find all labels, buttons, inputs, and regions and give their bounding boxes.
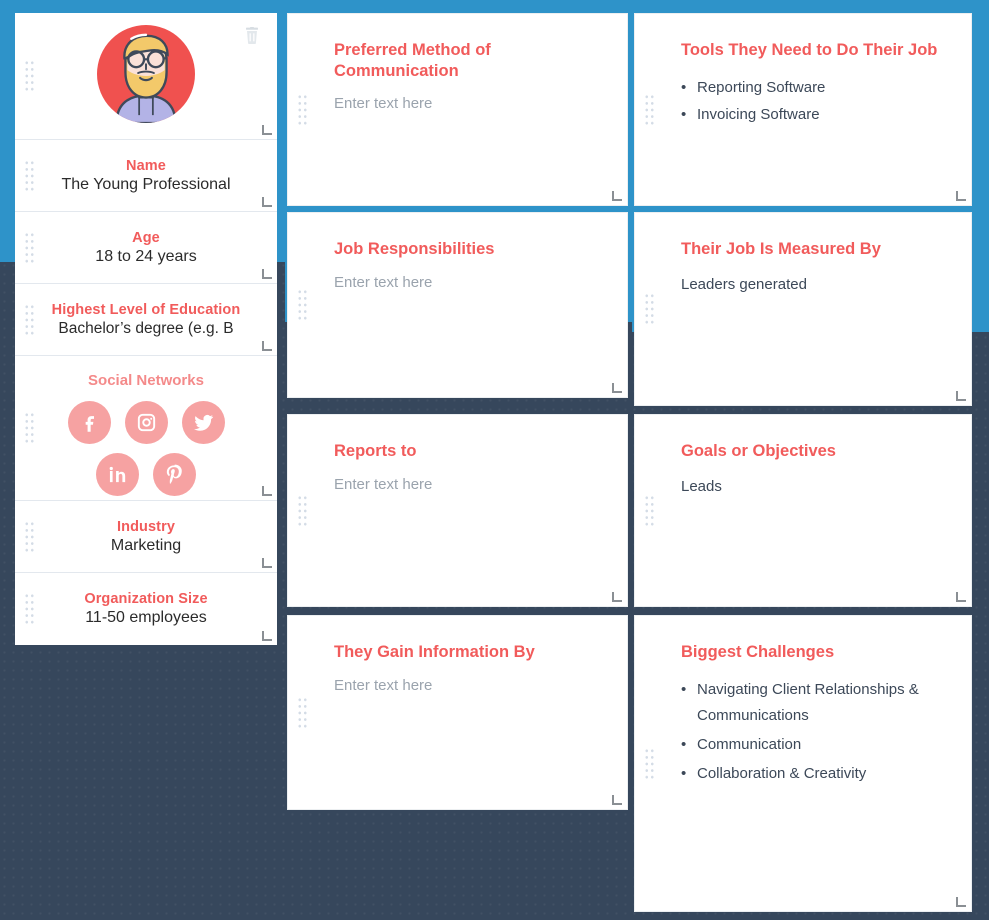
resize-handle[interactable] — [262, 486, 272, 496]
field-label: Organization Size — [84, 591, 208, 607]
drag-handle-icon[interactable] — [297, 494, 308, 527]
card-placeholder[interactable]: Enter text here — [334, 95, 603, 112]
field-value[interactable]: The Young Professional — [29, 176, 263, 194]
card-placeholder[interactable]: Enter text here — [334, 677, 603, 694]
card-title: Preferred Method of Communication — [334, 41, 491, 80]
card-text[interactable]: Leaders generated — [681, 274, 947, 296]
card-title: Job Responsibilities — [334, 240, 495, 258]
resize-handle[interactable] — [262, 269, 272, 279]
card-title: They Gain Information By — [334, 643, 535, 661]
list-item[interactable]: Reporting Software — [681, 75, 947, 101]
facebook-icon[interactable] — [67, 401, 111, 444]
list-item[interactable]: Communication — [681, 732, 953, 758]
social-networks-label: Social Networks — [88, 372, 204, 389]
avatar-card[interactable] — [15, 13, 277, 140]
avatar-circle — [97, 25, 195, 123]
persona-sidebar: Name The Young Professional Age 18 to 24… — [15, 13, 277, 645]
card-text[interactable]: Leads — [681, 476, 947, 498]
drag-handle-icon[interactable] — [297, 696, 308, 729]
drag-handle-icon[interactable] — [24, 520, 35, 553]
card-placeholder[interactable]: Enter text here — [334, 274, 603, 291]
resize-handle[interactable] — [262, 341, 272, 351]
resize-handle[interactable] — [956, 592, 966, 602]
card-bullet-list: Reporting Software Invoicing Software — [681, 75, 947, 128]
field-value[interactable]: 11-50 employees — [29, 609, 263, 627]
persona-board-canvas: Name The Young Professional Age 18 to 24… — [0, 0, 989, 920]
field-label: Name — [126, 158, 166, 174]
pinterest-icon[interactable] — [153, 453, 196, 496]
card-their-job-is-measured-by[interactable]: Their Job Is Measured By Leaders generat… — [634, 212, 972, 406]
card-preferred-method-of-communication[interactable]: Preferred Method of Communication Enter … — [287, 13, 628, 206]
list-item[interactable]: Invoicing Software — [681, 102, 947, 128]
drag-handle-icon[interactable] — [644, 747, 655, 780]
field-label: Highest Level of Education — [51, 302, 241, 318]
bearded-man-with-glasses-avatar — [115, 33, 177, 123]
card-title: Reports to — [334, 442, 417, 460]
field-card-age[interactable]: Age 18 to 24 years — [15, 212, 277, 284]
field-value[interactable]: Bachelor’s degree (e.g. B — [29, 320, 263, 338]
drag-handle-icon[interactable] — [24, 159, 35, 192]
field-label: Age — [132, 230, 160, 246]
resize-handle[interactable] — [956, 391, 966, 401]
field-card-name[interactable]: Name The Young Professional — [15, 140, 277, 212]
card-goals-or-objectives[interactable]: Goals or Objectives Leads — [634, 414, 972, 607]
field-card-education[interactable]: Highest Level of Education Bachelor’s de… — [15, 284, 277, 356]
card-they-gain-information-by[interactable]: They Gain Information By Enter text here — [287, 615, 628, 810]
card-title: Goals or Objectives — [681, 442, 836, 460]
drag-handle-icon[interactable] — [24, 592, 35, 626]
resize-handle[interactable] — [262, 197, 272, 207]
twitter-icon[interactable] — [181, 401, 225, 444]
resize-handle[interactable] — [262, 125, 272, 135]
resize-handle[interactable] — [262, 558, 272, 568]
field-card-industry[interactable]: Industry Marketing — [15, 501, 277, 573]
social-networks-card[interactable]: Social Networks — [15, 356, 277, 501]
card-job-responsibilities[interactable]: Job Responsibilities Enter text here — [287, 212, 628, 398]
card-title: Their Job Is Measured By — [681, 240, 881, 258]
card-title: Tools They Need to Do Their Job — [681, 41, 938, 59]
field-card-organization-size[interactable]: Organization Size 11-50 employees — [15, 573, 277, 645]
avatar[interactable] — [15, 25, 277, 123]
drag-handle-icon[interactable] — [24, 303, 35, 336]
card-reports-to[interactable]: Reports to Enter text here — [287, 414, 628, 607]
drag-handle-icon[interactable] — [24, 411, 35, 445]
drag-handle-icon[interactable] — [24, 231, 35, 264]
drag-handle-icon[interactable] — [297, 93, 308, 126]
resize-handle[interactable] — [612, 383, 622, 393]
drag-handle-icon[interactable] — [297, 288, 308, 322]
card-bullet-list: Navigating Client Relationships & Commun… — [681, 677, 953, 787]
resize-handle[interactable] — [612, 191, 622, 201]
card-tools-they-need[interactable]: Tools They Need to Do Their Job Reportin… — [634, 13, 972, 206]
drag-handle-icon[interactable] — [644, 292, 655, 326]
list-item[interactable]: Collaboration & Creativity — [681, 761, 953, 787]
resize-handle[interactable] — [956, 191, 966, 201]
resize-handle[interactable] — [612, 592, 622, 602]
drag-handle-icon[interactable] — [644, 93, 655, 126]
field-label: Industry — [117, 519, 175, 535]
resize-handle[interactable] — [262, 631, 272, 641]
resize-handle[interactable] — [612, 795, 622, 805]
card-biggest-challenges[interactable]: Biggest Challenges Navigating Client Rel… — [634, 615, 972, 912]
card-title: Biggest Challenges — [681, 643, 835, 661]
drag-handle-icon[interactable] — [644, 494, 655, 527]
field-value[interactable]: Marketing — [29, 537, 263, 555]
card-placeholder[interactable]: Enter text here — [334, 476, 603, 493]
instagram-icon[interactable] — [124, 401, 168, 444]
field-value[interactable]: 18 to 24 years — [29, 248, 263, 266]
resize-handle[interactable] — [956, 897, 966, 907]
list-item[interactable]: Navigating Client Relationships & Commun… — [681, 677, 953, 729]
linkedin-icon[interactable] — [96, 453, 139, 496]
